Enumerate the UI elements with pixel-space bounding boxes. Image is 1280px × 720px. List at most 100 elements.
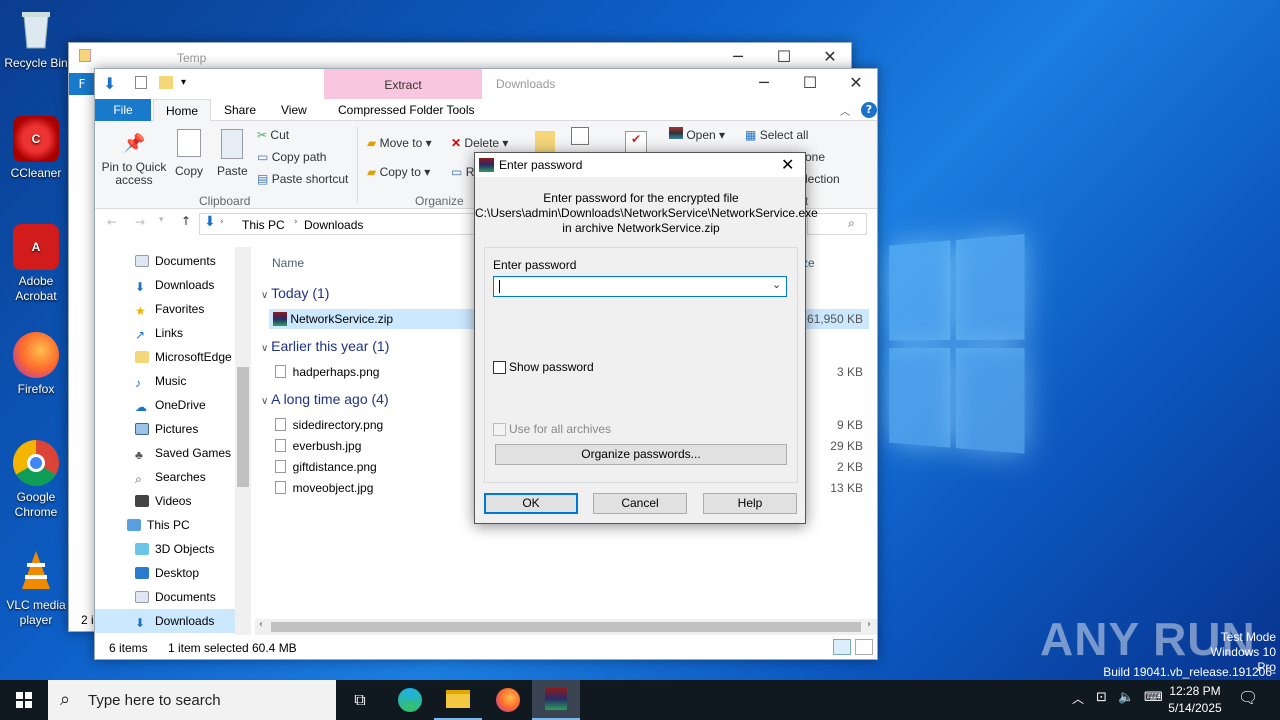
file-row-everbush[interactable]: everbush.jpg — [275, 439, 361, 453]
help-button[interactable]: Help — [703, 493, 797, 514]
taskbar-search[interactable]: ⌕ Type here to search — [48, 680, 336, 720]
nav-item-documents[interactable]: Documents — [135, 249, 235, 273]
copy-path-button[interactable]: ▭ Copy path — [257, 149, 326, 165]
back-arrow-icon[interactable]: ← — [107, 215, 117, 229]
paste-shortcut-button[interactable]: ▤ Paste shortcut — [257, 171, 348, 187]
close-icon[interactable]: ✕ — [781, 155, 794, 174]
firefox-taskbar-icon[interactable] — [484, 680, 532, 720]
open-button[interactable]: Open ▾ — [669, 127, 725, 143]
network-icon[interactable]: ⊡ — [1096, 690, 1107, 705]
close-button[interactable]: ✕ — [833, 69, 879, 99]
desktop-icon-label: Adobe Acrobat — [15, 274, 57, 303]
show-password-checkbox[interactable] — [493, 361, 506, 374]
details-view-icon[interactable] — [833, 639, 851, 655]
help-icon[interactable]: ? — [861, 102, 877, 118]
winrar-small-icon — [669, 127, 683, 139]
invert-selection-button[interactable]: lection — [805, 171, 840, 187]
select-none-button[interactable]: one — [805, 149, 825, 165]
desktop-icon-google-chrome[interactable]: Google Chrome — [0, 440, 72, 520]
group-long-time-ago[interactable]: ∨ A long time ago (4) — [261, 391, 389, 407]
desktop-icon-firefox[interactable]: Firefox — [0, 332, 72, 397]
horizontal-scrollbar[interactable]: ‹ › — [255, 619, 877, 635]
nav-item-saved-games[interactable]: ♣ Saved Games — [135, 441, 235, 465]
column-header-name[interactable]: Name — [272, 256, 304, 270]
winrar-taskbar-icon[interactable] — [532, 680, 580, 720]
new-item-icon[interactable] — [571, 127, 589, 145]
nav-item-this-pc[interactable]: This PC — [127, 513, 235, 537]
delete-button[interactable]: ✕ Delete ▾ — [451, 135, 508, 151]
forward-arrow-icon[interactable]: → — [135, 215, 145, 229]
nav-item-microsoftedge[interactable]: MicrosoftEdge — [135, 345, 235, 369]
clock[interactable]: 12:28 PM 5/14/2025 — [1162, 683, 1228, 717]
desktop-icon-adobe-acrobat[interactable]: A Adobe Acrobat — [0, 224, 72, 304]
tab-home[interactable]: Home — [153, 99, 212, 122]
select-all-button[interactable]: ▦ Select all — [745, 127, 808, 143]
enter-password-dialog[interactable]: Enter password ✕ Enter password for the … — [474, 152, 818, 524]
nav-item-downloads-2[interactable]: ⬇ Downloads — [135, 609, 235, 633]
group-today[interactable]: ∨ Today (1) — [261, 285, 329, 301]
rename-button[interactable]: ▭ R — [451, 164, 474, 180]
nav-item-searches[interactable]: ⌕ Searches — [135, 465, 235, 489]
file-row-networkservice[interactable]: NetworkService.zip — [273, 312, 393, 326]
keyboard-icon[interactable]: ⌨ — [1144, 690, 1163, 705]
large-icons-view-icon[interactable] — [855, 639, 873, 655]
nav-item-links[interactable]: ↗ Links — [135, 321, 235, 345]
chevron-down-icon[interactable]: ▾ — [181, 77, 186, 88]
file-row-moveobject[interactable]: moveobject.jpg — [275, 481, 373, 495]
new-folder-icon[interactable] — [159, 76, 173, 89]
copy-button[interactable]: Copy — [175, 163, 203, 179]
group-earlier-this-year[interactable]: ∨ Earlier this year (1) — [261, 338, 389, 354]
nav-item-documents-2[interactable]: Documents — [135, 585, 235, 609]
edge-taskbar-icon[interactable] — [386, 680, 434, 720]
extract-tab-header[interactable]: Extract — [324, 69, 482, 99]
pin-quick-access-button[interactable]: Pin to Quick access — [101, 161, 167, 187]
minimize-button[interactable]: ─ — [741, 69, 787, 99]
tab-file[interactable]: File — [95, 99, 151, 121]
recent-chevron-icon[interactable]: ▾ — [159, 215, 164, 225]
nav-scrollbar[interactable] — [235, 247, 251, 635]
file-row-sidedirectory[interactable]: sidedirectory.png — [275, 418, 383, 432]
tab-compressed-folder-tools[interactable]: Compressed Folder Tools — [326, 99, 487, 121]
ok-button[interactable]: OK — [484, 493, 578, 514]
task-view-icon[interactable]: ⧉ — [336, 680, 384, 720]
nav-item-downloads[interactable]: ⬇ Downloads — [135, 273, 235, 297]
file-explorer-taskbar-icon[interactable] — [434, 680, 482, 720]
desktop-icon-label: CCleaner — [10, 166, 62, 180]
chevron-up-icon[interactable]: ︿ — [1072, 690, 1084, 707]
maximize-button[interactable]: ☐ — [787, 69, 833, 99]
paste-button[interactable]: Paste — [217, 163, 248, 179]
cancel-button[interactable]: Cancel — [593, 493, 687, 514]
nav-item-videos[interactable]: Videos — [135, 489, 235, 513]
organize-passwords-button[interactable]: Organize passwords... — [495, 444, 787, 465]
file-row-giftdistance[interactable]: giftdistance.png — [275, 460, 377, 474]
cut-button[interactable]: ✂ Cut — [257, 127, 289, 143]
nav-item-desktop[interactable]: Desktop — [135, 561, 235, 585]
password-input[interactable]: ⌄ — [493, 276, 787, 297]
nav-item-music[interactable]: ♪ Music — [135, 369, 235, 393]
speaker-icon[interactable]: 🔈 — [1118, 690, 1134, 705]
up-arrow-icon[interactable]: ↑ — [181, 214, 191, 228]
chevron-down-icon[interactable]: ⌄ — [772, 278, 781, 291]
new-folder-icon[interactable] — [535, 131, 555, 153]
desktop-icon-ccleaner[interactable]: C CCleaner — [0, 116, 72, 181]
move-to-button[interactable]: ▰ Move to ▾ — [367, 135, 432, 151]
tab-view[interactable]: View — [269, 99, 319, 121]
file-row-hadperhaps[interactable]: hadperhaps.png — [275, 365, 379, 379]
nav-item-favorites[interactable]: ★ Favorites — [135, 297, 235, 321]
breadcrumb-this-pc[interactable]: This PC — [242, 218, 285, 232]
copy-to-button[interactable]: ▰ Copy to ▾ — [367, 164, 430, 180]
desktop-icon-vlc[interactable]: VLC media player — [0, 548, 72, 628]
breadcrumb[interactable]: ⬇ › This PC › Downloads — [199, 213, 475, 235]
file-tab[interactable]: F — [69, 73, 95, 95]
breadcrumb-downloads[interactable]: Downloads — [304, 218, 363, 232]
desktop-icon-recycle-bin[interactable]: Recycle Bin — [0, 6, 72, 71]
notification-icon[interactable]: 🗨 — [1238, 688, 1258, 707]
use-for-all-checkbox[interactable] — [493, 423, 506, 436]
nav-item-3d-objects[interactable]: 3D Objects — [135, 537, 235, 561]
start-button[interactable] — [0, 680, 48, 720]
nav-item-onedrive[interactable]: ☁ OneDrive — [135, 393, 235, 417]
nav-item-pictures[interactable]: Pictures — [135, 417, 235, 441]
tab-share[interactable]: Share — [212, 99, 268, 121]
properties-icon[interactable] — [135, 76, 147, 89]
collapse-ribbon-icon[interactable]: ︿ — [840, 103, 850, 118]
